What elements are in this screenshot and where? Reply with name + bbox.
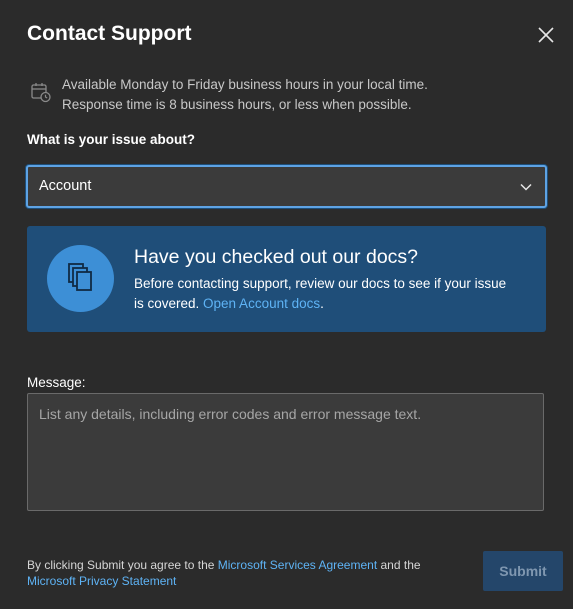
docs-banner: Have you checked out our docs? Before co… xyxy=(27,226,546,332)
agreement-middle: and the xyxy=(377,558,421,572)
docs-icon-circle xyxy=(47,245,114,312)
message-textarea[interactable]: List any details, including error codes … xyxy=(27,393,544,511)
privacy-statement-link[interactable]: Microsoft Privacy Statement xyxy=(27,574,176,588)
services-agreement-link[interactable]: Microsoft Services Agreement xyxy=(218,558,377,572)
agreement-prefix: By clicking Submit you agree to the xyxy=(27,558,218,572)
close-button[interactable] xyxy=(533,22,559,48)
issue-label: What is your issue about? xyxy=(27,132,196,147)
docs-body: Before contacting support, review our do… xyxy=(134,274,514,314)
docs-heading: Have you checked out our docs? xyxy=(134,246,419,268)
availability-text: Available Monday to Friday business hour… xyxy=(62,77,428,92)
agreement-text: By clicking Submit you agree to the Micr… xyxy=(27,557,457,589)
dialog-title: Contact Support xyxy=(27,22,192,45)
issue-select[interactable]: Account xyxy=(26,165,547,208)
response-time-text: Response time is 8 business hours, or le… xyxy=(62,97,412,112)
close-icon xyxy=(538,27,554,43)
issue-select-value: Account xyxy=(39,178,92,194)
calendar-clock-icon xyxy=(31,83,51,103)
chevron-down-icon xyxy=(520,183,532,191)
docs-body-suffix: . xyxy=(320,296,324,311)
message-label: Message: xyxy=(27,375,86,390)
submit-button[interactable]: Submit xyxy=(483,551,563,591)
message-placeholder: List any details, including error codes … xyxy=(39,406,422,422)
contact-support-dialog: Contact Support Available Monday to Frid… xyxy=(0,0,573,609)
open-account-docs-link[interactable]: Open Account docs xyxy=(203,296,320,311)
documents-icon xyxy=(68,263,92,291)
